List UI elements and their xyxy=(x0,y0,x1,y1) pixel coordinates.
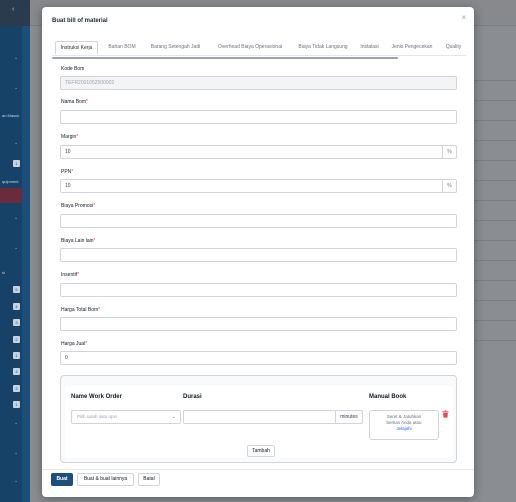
tab-biaya-tidak-langsung[interactable]: Biaya Tidak Langsung xyxy=(292,41,354,55)
sidebar-badge: 2 xyxy=(13,336,20,343)
insentif-label: Insentif* xyxy=(61,272,80,278)
create-and-new-button[interactable]: Buat & buat lainnya xyxy=(77,473,134,486)
kode-bom-field: TEFR2001052500002 xyxy=(60,76,457,90)
nama-bom-input[interactable] xyxy=(60,110,457,124)
chevron-down-icon: ⌄ xyxy=(14,450,19,456)
margin-value: 10 xyxy=(65,149,71,155)
chevron-down-icon: ⌄ xyxy=(14,245,19,251)
chevron-down-icon: ⌄ xyxy=(14,215,19,221)
trash-icon[interactable] xyxy=(442,410,449,418)
sidebar-badge: 1 xyxy=(13,401,20,408)
ppn-value: 10 xyxy=(65,183,71,189)
work-order-select[interactable]: Pilih salah satu opsi ⌄ xyxy=(71,410,181,424)
chevron-down-icon: ⌄ xyxy=(14,420,19,426)
close-icon[interactable]: × xyxy=(461,13,466,22)
harga-jual-input[interactable]: 0 xyxy=(60,351,457,365)
sidebar-menu-label: an Masuk xyxy=(2,113,20,118)
percent-suffix: % xyxy=(442,146,456,158)
sidebar-badge: 3 xyxy=(13,385,20,392)
create-bom-modal: Buat bill of material × Instruksi Kerja … xyxy=(42,7,474,497)
work-order-select-placeholder: Pilih salah satu opsi xyxy=(77,414,117,419)
sidebar-menu-label: si xyxy=(2,270,5,275)
work-order-section: Name Work Order Durasi Manual Book Pilih… xyxy=(60,375,457,463)
sidebar-collapse-icon: ‹ xyxy=(12,6,15,13)
chevron-down-icon: ⌄ xyxy=(14,85,19,91)
biaya-lain-label: Biaya Lain lain* xyxy=(61,238,96,244)
biaya-promosi-label: Biaya Promosi* xyxy=(61,203,96,209)
nama-bom-label: Nama Bom* xyxy=(61,99,88,105)
tab-instalasi[interactable]: Instalasi xyxy=(356,41,383,55)
chevron-down-icon: ⌄ xyxy=(171,414,176,420)
manual-book-header: Manual Book xyxy=(369,394,407,400)
sidebar-badge: 5 xyxy=(13,286,20,293)
app-sidebar-top xyxy=(0,0,30,26)
sidebar-badge: 4 xyxy=(13,303,20,310)
harga-jual-label: Harga Jual* xyxy=(61,341,88,347)
insentif-input[interactable] xyxy=(60,283,457,297)
kode-bom-label: Kode Bom xyxy=(61,66,85,72)
sidebar-badge: 4 xyxy=(13,368,20,375)
tab-scrollbar[interactable] xyxy=(52,57,398,59)
ppn-label: PPN* xyxy=(61,169,74,175)
create-button[interactable]: Buat xyxy=(51,473,73,486)
modal-title: Buat bill of material xyxy=(52,18,108,24)
chevron-down-icon: ⌄ xyxy=(14,478,19,484)
minutes-suffix: minutes xyxy=(335,411,362,423)
margin-input[interactable]: 10 % xyxy=(60,145,457,159)
tab-barang-setengah-jadi[interactable]: Barang Setengah Jadi xyxy=(143,41,208,55)
durasi-header: Durasi xyxy=(183,394,202,400)
manual-book-dropzone[interactable]: Seret & Jatuhkan berkas Anda atau Jelaja… xyxy=(369,410,439,440)
tab-bahan-bom[interactable]: Bahan BOM xyxy=(103,41,141,55)
sidebar-menu-label: quipment xyxy=(2,179,19,184)
biaya-promosi-input[interactable] xyxy=(60,214,457,228)
tab-bar: Instruksi Kerja Bahan BOM Barang Setenga… xyxy=(52,41,466,56)
add-work-order-button[interactable]: Tambah xyxy=(247,445,275,457)
work-order-card: Name Work Order Durasi Manual Book Pilih… xyxy=(65,386,453,458)
sidebar-badge: 3 xyxy=(13,319,20,326)
chevron-down-icon: ⌄ xyxy=(14,140,19,146)
browse-link[interactable]: Jelajahi xyxy=(370,426,438,432)
durasi-input[interactable]: minutes xyxy=(183,410,363,424)
work-order-name-header: Name Work Order xyxy=(71,394,122,400)
percent-suffix: % xyxy=(442,180,456,192)
tab-quality[interactable]: Quality xyxy=(441,41,466,55)
biaya-lain-input[interactable] xyxy=(60,248,457,262)
ppn-input[interactable]: 10 % xyxy=(60,179,457,193)
sidebar-badge: 1 xyxy=(13,160,20,167)
tab-overhead-biaya[interactable]: Overhead Biaya Operasional xyxy=(210,41,290,55)
sidebar-active-item xyxy=(0,188,22,203)
cancel-button[interactable]: Batal xyxy=(138,473,160,486)
margin-label: Margin* xyxy=(61,134,79,140)
tab-jenis-pengecekan[interactable]: Jenis Pengecekan xyxy=(385,41,439,55)
harga-total-bom-input[interactable] xyxy=(60,317,457,331)
tab-instruksi-kerja[interactable]: Instruksi Kerja xyxy=(55,41,98,55)
footer-divider xyxy=(42,469,474,470)
sidebar-badge: 1 xyxy=(13,352,20,359)
chevron-down-icon: ⌄ xyxy=(14,55,19,61)
app-sidebar-rail xyxy=(0,26,22,502)
harga-total-bom-label: Harga Total Bom* xyxy=(61,307,101,313)
